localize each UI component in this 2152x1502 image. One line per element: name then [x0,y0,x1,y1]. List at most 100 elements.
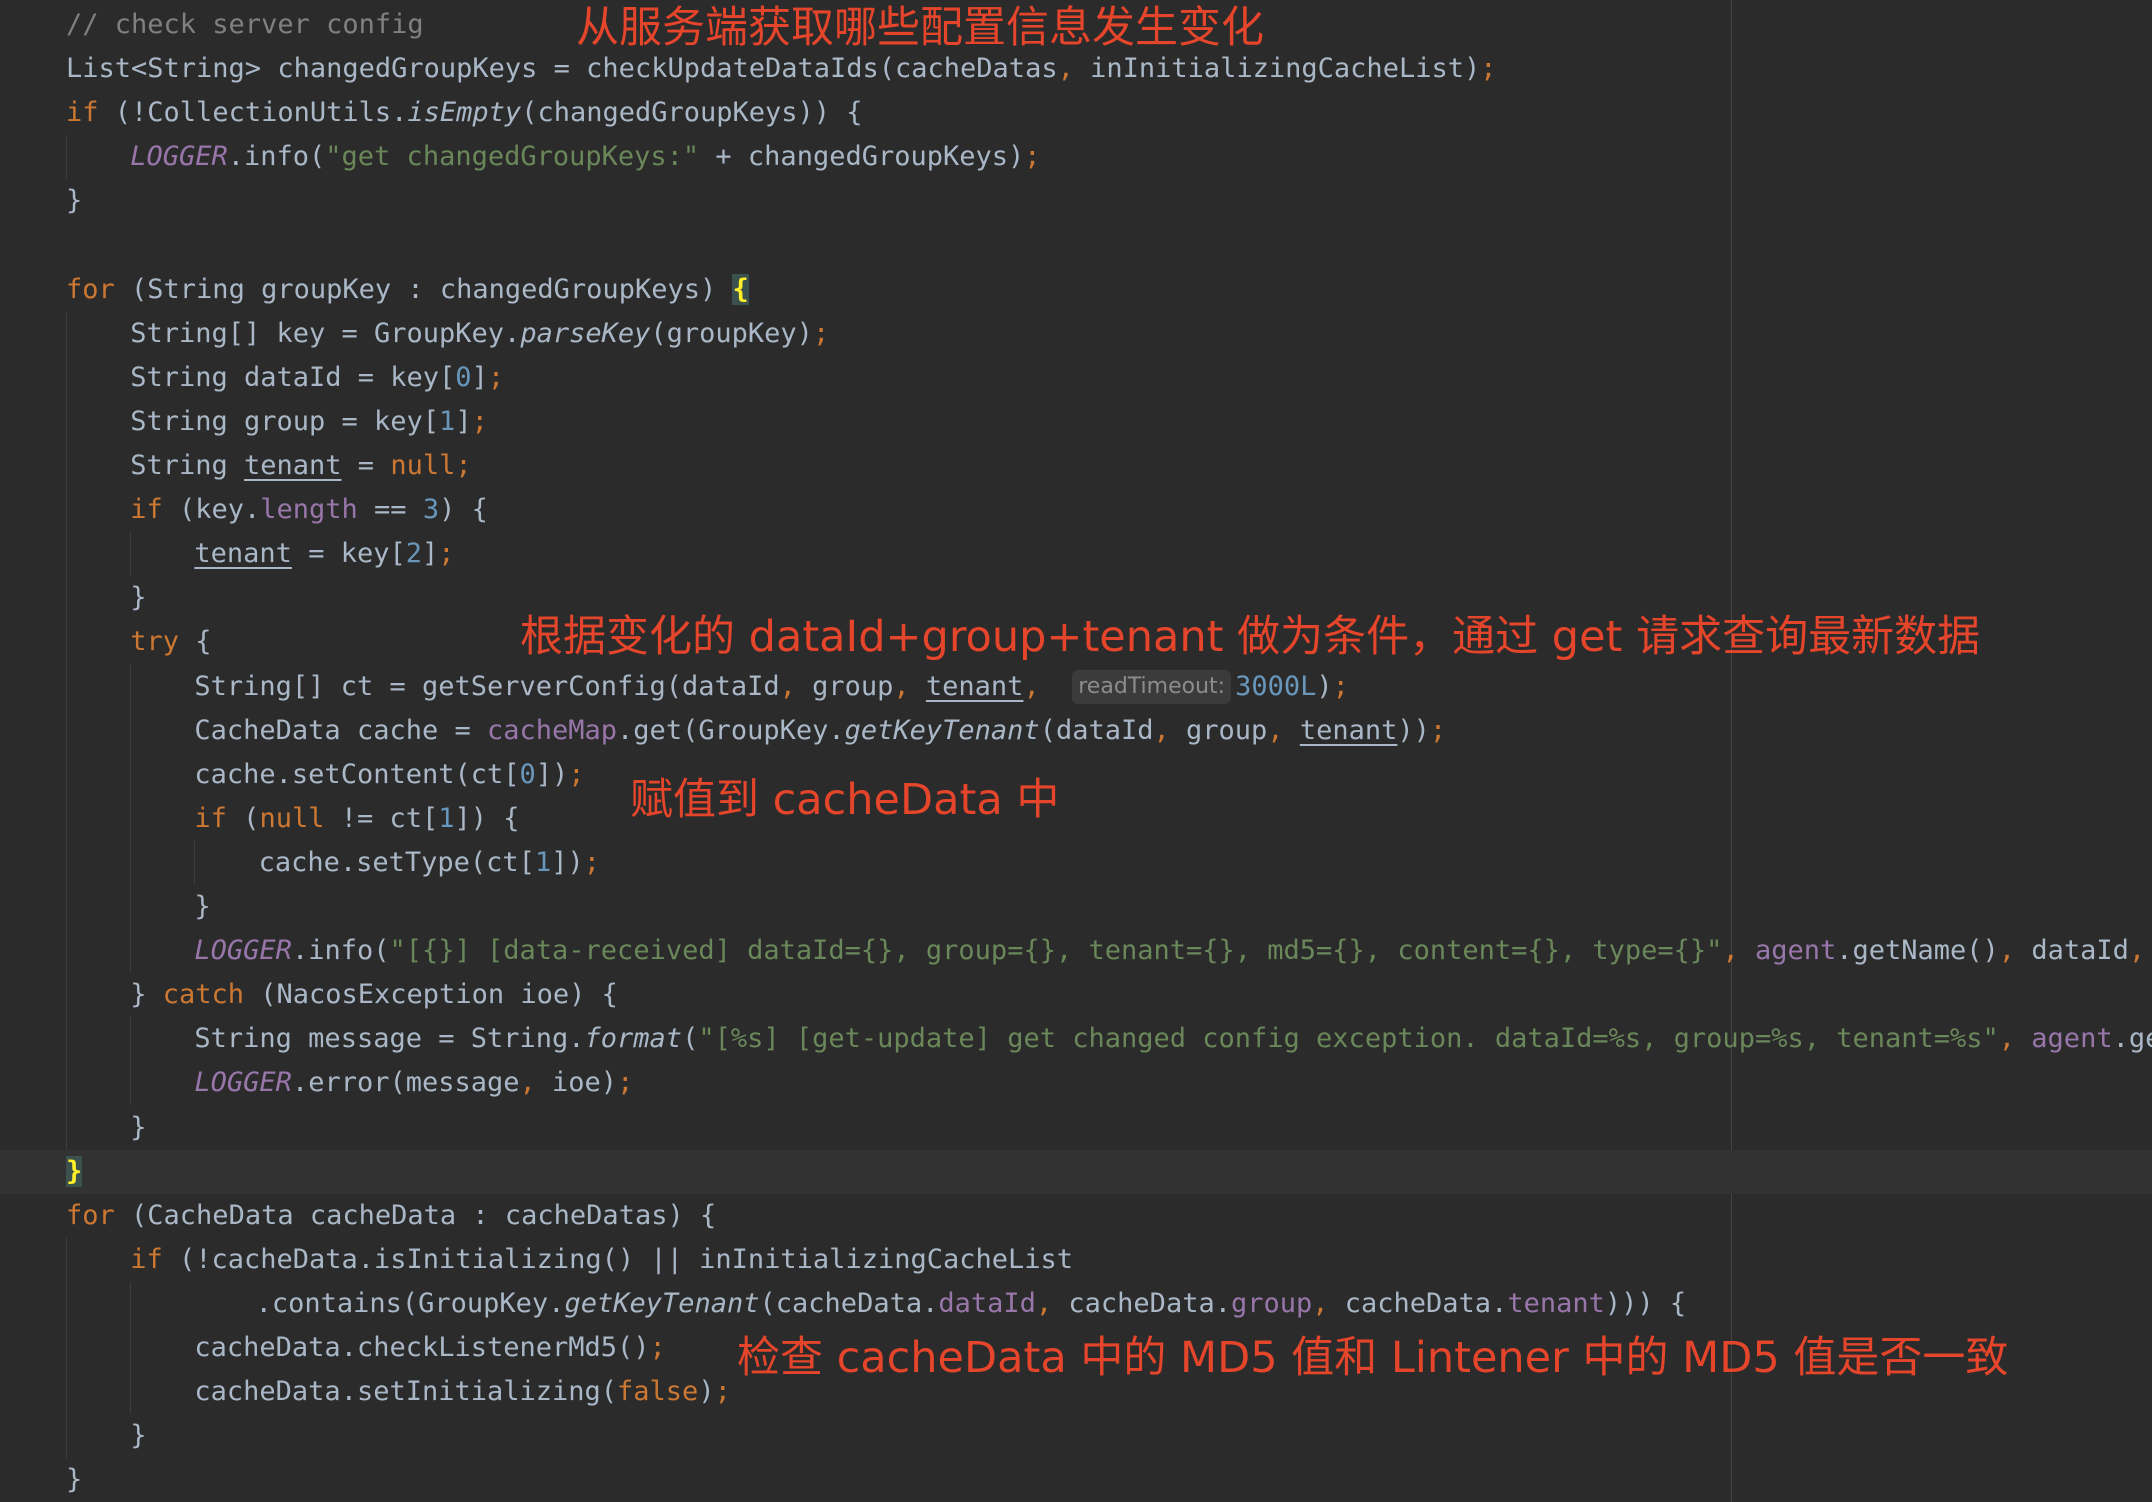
code-line[interactable]: if (null != ct[1]) { [194,797,519,841]
code-line[interactable]: } [194,885,210,929]
code-token: .error(message [291,1067,520,1099]
code-token: ) [1316,670,1333,702]
code-token: inInitializingCacheList) [1090,53,1481,85]
code-line[interactable]: CacheData cache = cacheMap.get(GroupKey.… [194,709,1446,753]
code-line[interactable]: try { [130,620,211,664]
code-token: ; [455,450,472,481]
code-token: tenant [925,670,1024,702]
code-token: group [1230,1287,1313,1319]
indent-guide [130,532,131,577]
code-token: , [779,670,813,702]
code-token: "[{}] [data-received] dataId={}, group={… [389,935,1723,967]
code-line[interactable]: String[] ct = getServerConfig(dataId, gr… [194,665,1349,709]
code-line[interactable]: String group = key[1]; [130,400,488,444]
code-line[interactable]: } [66,1458,82,1502]
annotation-check-md5: 检查 cacheData 中的 MD5 值和 Lintener 中的 MD5 值… [737,1333,2009,1383]
code-token: ; [714,1376,731,1408]
code-token: String message = String. [194,1023,585,1055]
code-line[interactable]: // check server config [66,3,424,47]
code-token: dataId [2031,935,2129,967]
code-token: cacheMap [487,714,618,746]
code-line[interactable]: } [66,1150,83,1194]
code-token: String dataId = key[ [130,361,456,393]
code-token: CacheData cache = [194,714,487,746]
code-token: , [519,1067,553,1099]
code-token: agent [1754,935,1837,967]
code-line[interactable]: if (!CollectionUtils.isEmpty(changedGrou… [66,91,863,135]
code-line[interactable]: String[] key = GroupKey.parseKey(groupKe… [130,312,829,356]
annotation-assign-cachedata: 赋值到 cacheData 中 [630,775,1060,825]
code-token: agent [2031,1023,2113,1055]
code-token: ioe) [552,1067,618,1099]
indent-guide [130,1017,131,1106]
code-token: group [812,670,894,702]
code-line[interactable]: } [130,1106,146,1150]
code-line[interactable]: cacheData.setInitializing(false); [194,1370,730,1414]
code-token: ; [1429,714,1447,746]
code-line[interactable]: for (String groupKey : changedGroupKeys)… [66,268,749,312]
code-token: if [130,494,179,526]
code-token: List<String> changedGroupKeys = checkUpd… [66,53,1058,85]
code-line[interactable]: LOGGER.info("[{}] [data-received] dataId… [194,929,2152,973]
code-token: String group = key[ [130,405,440,437]
code-token: } [194,891,211,922]
code-token: } [130,1420,147,1452]
code-token: cacheData. [1068,1287,1231,1319]
code-line[interactable]: } [130,576,146,620]
code-token: ) [698,1376,715,1408]
code-editor[interactable]: // check server config List<String> chang… [0,0,2152,1502]
code-line[interactable]: } catch (NacosException ioe) { [130,973,618,1017]
code-line[interactable]: cache.setContent(ct[0]); [194,753,584,797]
code-token: = key[ [291,538,406,570]
code-token: cache.setContent(ct[ [194,758,520,790]
code-token: null [390,450,456,481]
code-line[interactable]: if (key.length == 3) { [130,488,488,532]
code-line[interactable]: if (!cacheData.isInitializing() || inIni… [130,1238,1073,1282]
code-line[interactable]: LOGGER.error(message, ioe); [194,1061,633,1105]
code-token: , [1153,714,1187,746]
parameter-hint: readTimeout: [1072,669,1232,704]
code-token: (dataId [1039,714,1154,746]
code-line[interactable]: tenant = key[2]; [194,532,454,576]
code-token: (String groupKey : changedGroupKeys) [131,273,733,305]
code-token: for [66,1199,132,1231]
code-token: } [130,1111,147,1143]
code-token: 2 [405,538,422,570]
code-token: )) [1397,714,1430,746]
code-token: = [341,450,391,481]
code-token: // check server config [66,9,424,40]
code-line[interactable]: String dataId = key[0]; [130,356,504,400]
code-token: } [130,582,147,614]
code-line[interactable]: for (CacheData cacheData : cacheDatas) { [66,1194,716,1238]
indent-guide [66,135,67,180]
code-line[interactable]: cache.setType(ct[1]); [259,841,600,885]
code-token: 0 [455,361,472,393]
code-token: } [66,1464,83,1496]
code-line[interactable]: .contains(GroupKey.getKeyTenant(cacheDat… [256,1282,1687,1326]
code-token: .getName() [1836,935,1999,967]
code-token: "get changedGroupKeys:" [325,141,700,173]
code-token: if [194,802,244,834]
code-token: (cacheData. [759,1287,939,1319]
right-margin-guide [1731,0,1732,1502]
code-token: ) { [439,494,488,526]
code-line[interactable]: LOGGER.info("get changedGroupKeys:" + ch… [130,135,1040,179]
code-token: , [1267,714,1300,746]
code-token: ]) { [454,802,520,834]
code-token: ))) { [1604,1287,1687,1319]
indent-guide [194,840,195,885]
code-token: LOGGER [194,1067,292,1099]
code-token: , [2128,935,2146,967]
code-token: ; [487,361,505,393]
code-token: 3000L [1235,670,1317,702]
code-token: ; [568,758,585,790]
code-token: String[] key = GroupKey. [130,317,521,349]
code-token: format [584,1023,683,1055]
code-token: { [732,273,749,305]
code-token: (!cacheData.isInitializing() || inInitia… [178,1243,1074,1275]
code-line[interactable]: cacheData.checkListenerMd5(); [194,1326,665,1370]
code-line[interactable]: } [130,1414,146,1458]
code-line[interactable]: String message = String.format("[%s] [ge… [194,1017,2152,1061]
code-line[interactable]: } [66,179,82,223]
code-line[interactable]: String tenant = null; [130,444,471,488]
